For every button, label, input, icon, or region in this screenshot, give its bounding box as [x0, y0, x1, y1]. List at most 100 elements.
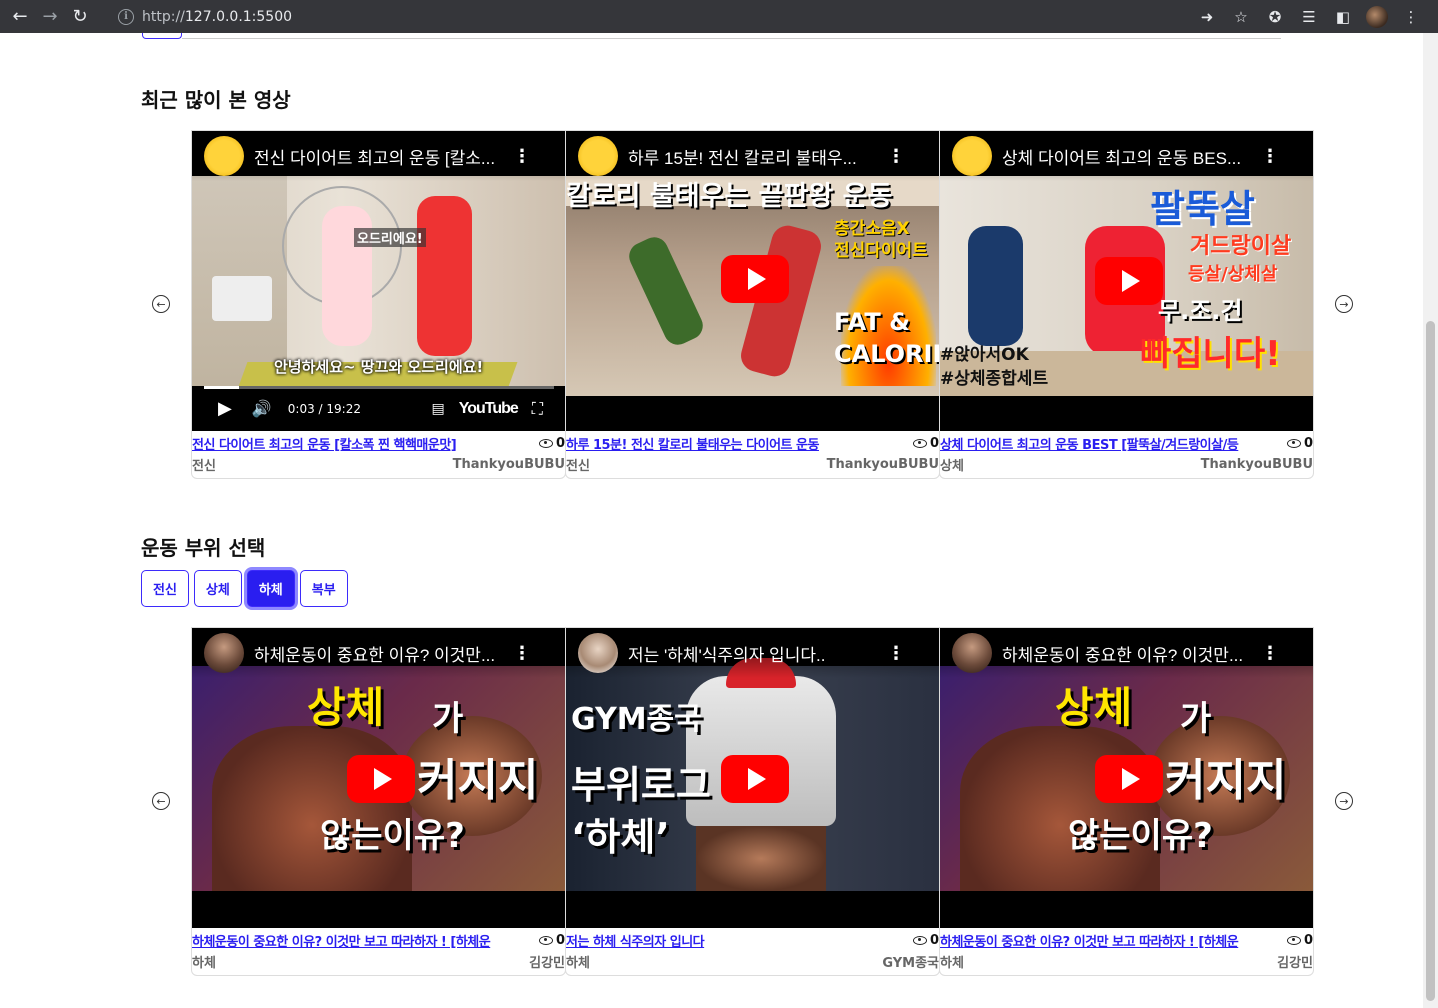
channel-avatar[interactable]: [952, 633, 992, 673]
player-title[interactable]: 하체운동이 중요한 이유? 이것만...: [1002, 641, 1261, 666]
top-button-edge[interactable]: [142, 33, 182, 39]
overlay-text: 커지지: [1165, 755, 1287, 806]
subtitles-icon[interactable]: ▤: [432, 401, 445, 417]
video-category: 상체: [940, 458, 964, 474]
video-title-link[interactable]: 하체운동이 중요한 이유? 이것만 보고 따라하자 ! [하체운: [192, 931, 527, 950]
player-more-icon[interactable]: ⋮: [1261, 146, 1279, 167]
sidebar-icon[interactable]: ◧: [1326, 0, 1360, 33]
carousel-next-icon[interactable]: →: [1335, 295, 1353, 313]
youtube-logo[interactable]: YouTube: [459, 400, 519, 418]
menu-kebab-icon[interactable]: ⋮: [1394, 0, 1428, 33]
video-player[interactable]: 팔뚝살 겨드랑이살 등살/상체살 무.조.건 빠집니다! #앉아서OK #상체종…: [940, 131, 1313, 431]
top-input-edge[interactable]: [182, 33, 1281, 39]
carousel-prev-icon[interactable]: ←: [152, 792, 170, 810]
channel-avatar[interactable]: [578, 633, 618, 673]
view-count: 0: [1286, 933, 1313, 948]
overlay-text: #상체종합세트: [940, 369, 1049, 389]
forward-arrow-icon[interactable]: →: [35, 2, 65, 32]
address-bar[interactable]: i http://127.0.0.1:5500: [104, 0, 1194, 33]
play-icon[interactable]: ▶: [218, 398, 232, 419]
overlay-text: ‘하체’: [571, 815, 670, 859]
overlay-text: 빠집니다!: [1140, 334, 1281, 374]
youtube-play-icon[interactable]: [721, 255, 789, 303]
overlay-text: 무.조.건: [1158, 297, 1243, 325]
info-icon[interactable]: i: [118, 8, 134, 25]
channel-avatar[interactable]: [204, 633, 244, 673]
part-button-upper[interactable]: 상체: [193, 570, 242, 607]
player-title[interactable]: 하체운동이 중요한 이유? 이것만...: [254, 641, 513, 666]
player-more-icon[interactable]: ⋮: [513, 643, 531, 664]
player-more-icon[interactable]: ⋮: [1261, 643, 1279, 664]
video-title-link[interactable]: 저는 하체 식주의자 입니다: [566, 931, 901, 950]
player-more-icon[interactable]: ⋮: [887, 146, 905, 167]
player-title[interactable]: 저는 '하체'식주의자 입니다..: [628, 641, 887, 666]
browser-toolbar: ← → ↻ i http://127.0.0.1:5500 ➜ ☆ ✪ ☰ ◧ …: [0, 0, 1438, 33]
youtube-play-icon[interactable]: [347, 755, 415, 803]
carousel-next-icon[interactable]: →: [1335, 792, 1353, 810]
time-display: 0:03 / 19:22: [287, 401, 361, 416]
bookmark-star-icon[interactable]: ☆: [1224, 0, 1258, 33]
volume-icon[interactable]: 🔊: [252, 399, 272, 418]
video-player[interactable]: 칼로리 불태우는 끝판왕 운동 층간소음X 전신다이어트 FAT & CALOR…: [566, 131, 939, 431]
eye-icon: [1286, 438, 1301, 448]
video-player[interactable]: 상체 가 커지지 않는이유? 하체운동이 중요한 이유? 이것만... ⋮: [192, 628, 565, 928]
video-player[interactable]: GYM종국 부위로그 ‘하체’ 저는 '하체'식주의자 입니다.. ⋮: [566, 628, 939, 928]
youtube-play-icon[interactable]: [721, 755, 789, 803]
back-arrow-icon[interactable]: ←: [5, 2, 35, 32]
player-more-icon[interactable]: ⋮: [887, 643, 905, 664]
video-title-link[interactable]: 전신 다이어트 최고의 운동 [칼소폭 찐 핵핵매운맛]: [192, 434, 527, 453]
video-title-link[interactable]: 하체운동이 중요한 이유? 이것만 보고 따라하자 ! [하체운: [940, 931, 1275, 950]
overlay-text: 가: [432, 699, 464, 739]
youtube-play-icon[interactable]: [1095, 257, 1163, 305]
youtube-play-icon[interactable]: [1095, 755, 1163, 803]
video-player[interactable]: 오드리에요! 안녕하세요~ 땅끄와 오드리에요! 전신 다이어트 최고의 운동 …: [192, 131, 565, 431]
extensions-icon[interactable]: ✪: [1258, 0, 1292, 33]
part-carousel: ← → 상체 가 커지지 않는이유? 하체운동이 중요한 이유? 이것만... …: [141, 627, 1391, 977]
channel-avatar[interactable]: [204, 136, 244, 176]
player-title[interactable]: 상체 다이어트 최고의 운동 BES...: [1002, 144, 1261, 169]
eye-icon: [1286, 935, 1301, 945]
video-title-link[interactable]: 상체 다이어트 최고의 운동 BEST [팔뚝살/겨드랑이살/등: [940, 434, 1275, 453]
page-scrollbar[interactable]: [1423, 33, 1438, 1008]
video-category: 하체: [940, 955, 964, 971]
fullscreen-icon[interactable]: ⛶: [532, 399, 543, 419]
part-button-abs[interactable]: 복부: [299, 570, 348, 607]
overlay-text: #앉아서OK: [940, 345, 1029, 365]
carousel-prev-icon[interactable]: ←: [152, 295, 170, 313]
video-card: GYM종국 부위로그 ‘하체’ 저는 '하체'식주의자 입니다.. ⋮ 저는 하…: [565, 627, 940, 976]
part-button-fullbody[interactable]: 전신: [141, 570, 189, 607]
overlay-text: 않는이유?: [320, 816, 465, 856]
video-category: 하체: [566, 955, 590, 971]
view-count: 0: [912, 933, 939, 948]
eye-icon: [538, 438, 553, 448]
view-count: 0: [538, 933, 565, 948]
player-more-icon[interactable]: ⋮: [513, 146, 531, 167]
video-title-link[interactable]: 하루 15분! 전신 칼로리 불태우는 다이어트 운동: [566, 434, 901, 453]
player-title[interactable]: 전신 다이어트 최고의 운동 [칼소...: [254, 144, 513, 169]
media-queue-icon[interactable]: ☰: [1292, 0, 1326, 33]
part-button-lower[interactable]: 하체: [246, 570, 295, 607]
player-controls: ▶ 🔊 0:03 / 19:22 ▤ YouTube ⛶: [192, 386, 565, 431]
overlay-text: 커지지: [417, 755, 539, 806]
reload-icon[interactable]: ↻: [65, 2, 95, 32]
overlay-text: 팔뚝살: [1150, 187, 1255, 231]
popular-carousel: ← → 오드리에요! 안녕하세요~ 땅끄와 오드리에요! 전신 다이어트 최고의…: [141, 130, 1391, 480]
view-count: 0: [912, 436, 939, 451]
scrollbar-thumb[interactable]: [1426, 321, 1435, 1001]
popular-section-title: 최근 많이 본 영상: [141, 88, 291, 112]
video-category: 전신: [192, 458, 216, 474]
profile-avatar-button[interactable]: [1360, 0, 1394, 33]
eye-icon: [912, 438, 927, 448]
overlay-text: 상체: [307, 683, 385, 732]
channel-name: ThankyouBUBU: [452, 456, 565, 472]
part-section-title: 운동 부위 선택: [141, 536, 266, 560]
share-icon[interactable]: ➜: [1190, 0, 1224, 33]
channel-avatar[interactable]: [578, 136, 618, 176]
progress-bar[interactable]: [204, 386, 554, 389]
channel-name: GYM종국: [882, 955, 939, 971]
part-button-group: 전신 상체 하체 복부: [141, 570, 348, 607]
video-player[interactable]: 상체 가 커지지 않는이유? 하체운동이 중요한 이유? 이것만... ⋮: [940, 628, 1313, 928]
player-title[interactable]: 하루 15분! 전신 칼로리 불태우...: [628, 144, 887, 169]
overlay-text: 등살/상체살: [1188, 264, 1278, 285]
channel-avatar[interactable]: [952, 136, 992, 176]
